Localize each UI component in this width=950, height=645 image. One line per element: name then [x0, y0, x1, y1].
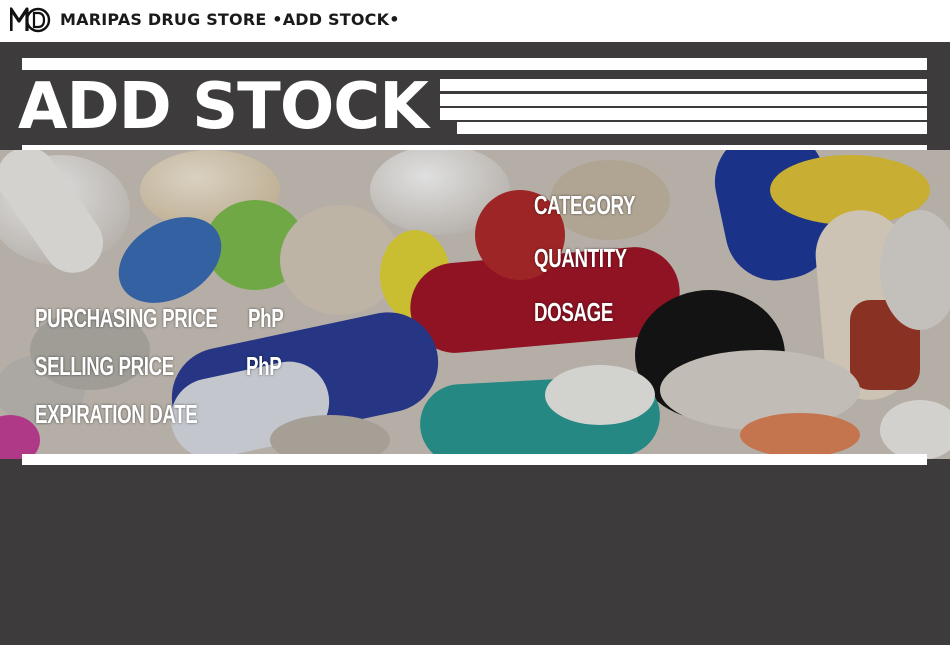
expiration-date-label: EXPIRATION DATE: [35, 399, 198, 429]
purchasing-price-label: PURCHASING PRICE: [35, 303, 218, 333]
selling-price-label: SELLING PRICE: [35, 351, 174, 381]
banner: ADD STOCK: [0, 42, 950, 157]
page-heading: ADD STOCK: [18, 70, 429, 144]
banner-stripe: [457, 122, 927, 134]
window-title: MARIPAS DRUG STORE •ADD STOCK•: [60, 10, 400, 29]
title-bar: MARIPAS DRUG STORE •ADD STOCK•: [0, 0, 950, 42]
panel-bottom-bar: [22, 454, 927, 465]
dosage-label: DOSAGE: [534, 297, 613, 327]
purchasing-price-currency: PhP: [248, 303, 284, 333]
category-label: CATEGORY: [534, 190, 636, 220]
selling-price-currency: PhP: [246, 351, 282, 381]
banner-stripe: [440, 108, 927, 120]
quantity-label: QUANTITY: [534, 243, 627, 273]
form-panel: CATEGORY QUANTITY DOSAGE PURCHASING PRIC…: [0, 150, 950, 459]
app-logo-icon: [10, 7, 51, 33]
banner-stripe: [440, 79, 927, 91]
banner-stripe: [440, 94, 927, 106]
